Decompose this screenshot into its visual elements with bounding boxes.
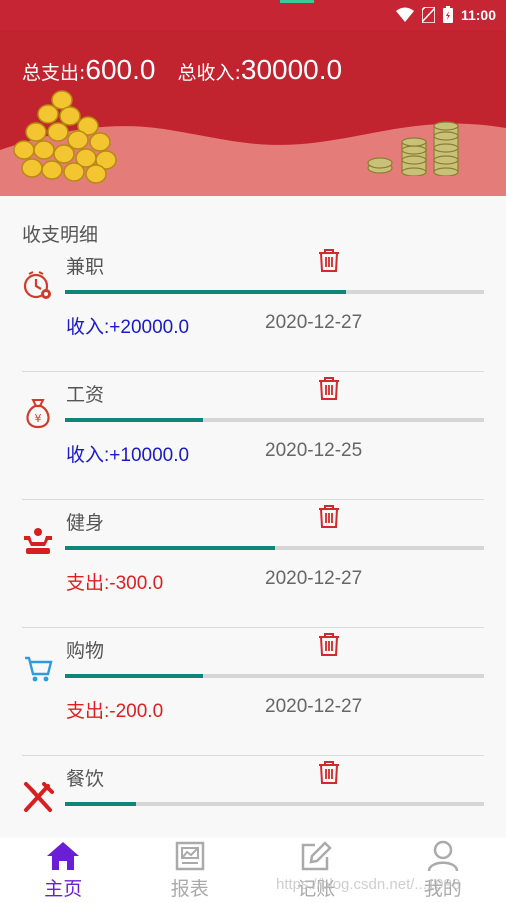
no-sim-icon: [421, 6, 435, 23]
nav-record-label: 记账: [297, 878, 336, 900]
record-amount: 支出:-300.0: [66, 573, 164, 594]
nav-record[interactable]: 记账: [253, 838, 380, 903]
clock-coin-icon: [22, 268, 54, 302]
fork-knife-icon: [22, 780, 54, 814]
record-category: 健身: [66, 512, 105, 534]
bottom-nav: 主页 报表 记账 我的: [0, 838, 506, 903]
record-progress-bar: [65, 674, 484, 678]
trash-icon[interactable]: [318, 760, 340, 784]
record-progress-fill: [65, 802, 137, 806]
user-icon: [427, 840, 458, 872]
nav-home[interactable]: 主页: [0, 838, 127, 903]
record-amount: 收入:+10000.0: [66, 445, 190, 466]
nav-report[interactable]: 报表: [127, 838, 254, 903]
record-progress-fill: [65, 546, 275, 550]
summary-header: 总支出: 600.0 总收入: 30000.0: [0, 30, 506, 196]
record-date: 2020-12-27: [265, 696, 363, 717]
fitness-icon: [22, 524, 54, 558]
record-row[interactable]: 购物支出:-200.0 2020-12-27: [22, 628, 484, 756]
total-expense-label: 总支出:: [22, 62, 86, 84]
record-row[interactable]: ¥ 工资收入:+10000.0 2020-12-25: [22, 372, 484, 500]
record-progress-fill: [65, 290, 346, 294]
status-bar: 11:00: [0, 0, 506, 30]
nav-home-label: 主页: [44, 878, 83, 900]
status-time: 11:00: [460, 6, 496, 23]
coin-pile-icon: [13, 90, 117, 184]
record-amount: 支出:-200.0: [66, 701, 164, 722]
battery-icon: [442, 6, 453, 23]
edit-icon: [302, 841, 333, 871]
record-row[interactable]: 餐饮: [22, 756, 484, 838]
record-date: 2020-12-27: [265, 568, 363, 589]
trash-icon[interactable]: [318, 504, 340, 528]
record-category: 餐饮: [66, 768, 105, 790]
record-amount: 收入:+20000.0: [66, 317, 190, 338]
record-progress-fill: [65, 674, 204, 678]
record-progress-bar: [65, 546, 484, 550]
status-notch: [280, 0, 314, 3]
trash-icon[interactable]: [318, 632, 340, 656]
nav-mine[interactable]: 我的: [380, 838, 506, 903]
coin-stacks-icon: [367, 121, 459, 176]
record-date: 2020-12-27: [265, 312, 363, 333]
record-row[interactable]: 兼职收入:+20000.0 2020-12-27: [22, 244, 484, 372]
trash-icon[interactable]: [318, 248, 340, 272]
record-progress-bar: [65, 418, 484, 422]
money-bag-icon: ¥: [22, 396, 54, 430]
record-category: 兼职: [66, 256, 105, 278]
total-income-value: 30000.0: [240, 54, 343, 85]
nav-report-label: 报表: [170, 878, 209, 900]
record-progress-fill: [65, 418, 204, 422]
record-date: 2020-12-25: [265, 440, 363, 461]
record-row[interactable]: 健身支出:-300.0 2020-12-27: [22, 500, 484, 628]
totals-line: 总支出: 600.0 总收入: 30000.0: [22, 54, 364, 86]
svg-text:¥: ¥: [35, 412, 42, 425]
records-list-area[interactable]: 收支明细 兼职收入:+20000.0 2020-12-27 ¥ 工资收入:+10000…: [0, 196, 506, 838]
record-progress-bar: [65, 290, 484, 294]
record-category: 工资: [66, 384, 105, 406]
nav-mine-label: 我的: [423, 878, 462, 900]
section-title: 收支明细: [22, 224, 99, 246]
chart-icon: [175, 841, 204, 871]
record-category: 购物: [66, 640, 105, 662]
total-income-label: 总收入:: [177, 62, 241, 84]
wifi-icon: [395, 7, 414, 22]
shopping-cart-icon: [22, 652, 54, 686]
record-progress-bar: [65, 802, 484, 806]
status-icons: 11:00: [395, 6, 496, 23]
trash-icon[interactable]: [318, 376, 340, 400]
home-icon: [47, 842, 80, 870]
total-expense-value: 600.0: [85, 54, 156, 85]
